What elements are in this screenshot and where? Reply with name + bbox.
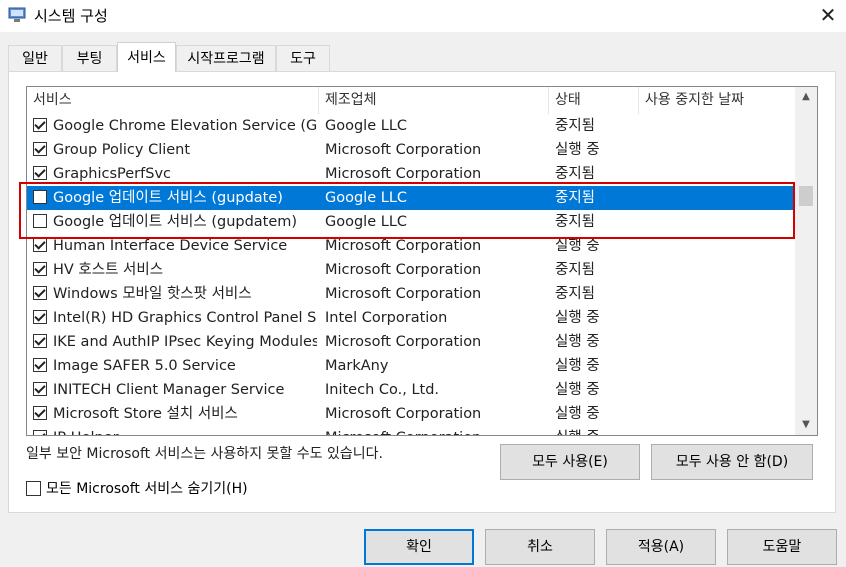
service-checkbox[interactable] bbox=[33, 406, 47, 420]
service-status: 실행 중 bbox=[555, 426, 645, 435]
title-bar: 시스템 구성 ✕ bbox=[0, 0, 846, 32]
apply-button[interactable]: 적용(A) bbox=[606, 529, 716, 565]
tab-general[interactable]: 일반 bbox=[8, 45, 62, 71]
service-manufacturer: Microsoft Corporation bbox=[325, 406, 482, 422]
system-configuration-icon bbox=[8, 7, 26, 22]
service-manufacturer: Microsoft Corporation bbox=[325, 262, 482, 278]
service-row[interactable]: HV 호스트 서비스 Microsoft Corporation 중지됨 bbox=[27, 258, 795, 282]
service-name: Microsoft Store 설치 서비스 bbox=[53, 406, 238, 422]
service-status: 중지됨 bbox=[555, 286, 596, 302]
ok-button[interactable]: 확인 bbox=[364, 529, 474, 565]
service-manufacturer: Initech Co., Ltd. bbox=[325, 382, 440, 398]
service-name: Windows 모바일 핫스팟 서비스 bbox=[53, 286, 252, 302]
service-status: 실행 중 bbox=[555, 382, 600, 398]
service-row[interactable]: Google Chrome Elevation Service (G... Goo… bbox=[27, 114, 795, 138]
service-checkbox[interactable] bbox=[33, 382, 47, 396]
service-row[interactable]: IKE and AuthIP IPsec Keying Modules Micro… bbox=[27, 330, 795, 354]
tab-startup[interactable]: 시작프로그램 bbox=[176, 45, 276, 71]
service-checkbox[interactable] bbox=[33, 310, 47, 324]
service-status: 실행 중 bbox=[555, 334, 600, 350]
service-manufacturer: Microsoft Corporation bbox=[325, 426, 545, 435]
service-status: 중지됨 bbox=[555, 262, 596, 278]
service-status: 실행 중 bbox=[555, 310, 600, 326]
tab-tools[interactable]: 도구 bbox=[276, 45, 330, 71]
cancel-button[interactable]: 취소 bbox=[485, 529, 595, 565]
service-checkbox[interactable] bbox=[33, 334, 47, 348]
highlight-box bbox=[19, 182, 795, 239]
service-name: Group Policy Client bbox=[53, 142, 191, 158]
hide-microsoft-services-checkbox[interactable] bbox=[26, 481, 41, 496]
service-name: IKE and AuthIP IPsec Keying Modules bbox=[53, 334, 317, 350]
service-row[interactable]: Microsoft Store 설치 서비스 Microsoft Corporat… bbox=[27, 402, 795, 426]
scroll-up-arrow-icon[interactable]: ▲ bbox=[795, 87, 817, 107]
service-name: Google Chrome Elevation Service (G... bbox=[53, 118, 317, 134]
service-checkbox[interactable] bbox=[33, 358, 47, 372]
service-row[interactable]: Windows 모바일 핫스팟 서비스 Microsoft Corporation… bbox=[27, 282, 795, 306]
window-title: 시스템 구성 bbox=[34, 7, 108, 25]
service-row[interactable]: Intel(R) HD Graphics Control Panel S... I… bbox=[27, 306, 795, 330]
column-header-service[interactable]: 서비스 bbox=[27, 87, 319, 114]
service-name: HV 호스트 서비스 bbox=[53, 262, 164, 278]
close-button[interactable]: ✕ bbox=[810, 0, 846, 32]
scroll-thumb[interactable] bbox=[799, 186, 813, 206]
service-manufacturer: Microsoft Corporation bbox=[325, 286, 482, 302]
service-manufacturer: Microsoft Corporation bbox=[325, 142, 482, 158]
service-checkbox[interactable] bbox=[33, 166, 47, 180]
service-checkbox[interactable] bbox=[33, 286, 47, 300]
scroll-down-arrow-icon[interactable]: ▼ bbox=[795, 415, 817, 435]
service-row[interactable]: Image SAFER 5.0 Service MarkAny 실행 중 bbox=[27, 354, 795, 378]
service-manufacturer: MarkAny bbox=[325, 358, 389, 374]
enable-all-button[interactable]: 모두 사용(E) bbox=[500, 444, 640, 480]
service-name: IP Helper bbox=[53, 426, 317, 435]
service-checkbox[interactable] bbox=[33, 118, 47, 132]
service-name: Image SAFER 5.0 Service bbox=[53, 358, 236, 374]
service-checkbox[interactable] bbox=[33, 262, 47, 276]
service-checkbox[interactable] bbox=[33, 430, 47, 435]
service-manufacturer: Intel Corporation bbox=[325, 310, 448, 326]
services-list[interactable]: 서비스 제조업체 상태 사용 중지한 날짜 Google Chrome Elev… bbox=[26, 86, 818, 436]
tab-services[interactable]: 서비스 bbox=[117, 42, 176, 72]
service-rows: Google Chrome Elevation Service (G... Goo… bbox=[27, 114, 795, 435]
service-row[interactable]: Group Policy Client Microsoft Corporation… bbox=[27, 138, 795, 162]
service-status: 실행 중 bbox=[555, 406, 600, 422]
hide-microsoft-services-label: 모든 Microsoft 서비스 숨기기(H) bbox=[46, 481, 248, 497]
help-button[interactable]: 도움말 bbox=[727, 529, 837, 565]
service-status: 실행 중 bbox=[555, 358, 600, 374]
service-name: Intel(R) HD Graphics Control Panel S... bbox=[53, 310, 317, 326]
vertical-scrollbar[interactable]: ▲ ▼ bbox=[795, 87, 817, 435]
service-status: 중지됨 bbox=[555, 118, 596, 134]
service-name: INITECH Client Manager Service bbox=[53, 382, 285, 398]
tab-boot[interactable]: 부팅 bbox=[62, 45, 117, 71]
service-manufacturer: Microsoft Corporation bbox=[325, 334, 482, 350]
service-row[interactable]: INITECH Client Manager Service Initech Co… bbox=[27, 378, 795, 402]
column-header-date-disabled[interactable]: 사용 중지한 날짜 bbox=[639, 87, 795, 114]
column-header-manufacturer[interactable]: 제조업체 bbox=[319, 87, 549, 114]
service-checkbox[interactable] bbox=[33, 142, 47, 156]
disable-all-button[interactable]: 모두 사용 안 함(D) bbox=[651, 444, 813, 480]
security-services-note: 일부 보안 Microsoft 서비스는 사용하지 못할 수도 있습니다. bbox=[26, 446, 383, 462]
service-checkbox[interactable] bbox=[33, 238, 47, 252]
column-header-status[interactable]: 상태 bbox=[549, 87, 639, 114]
service-manufacturer: Google LLC bbox=[325, 118, 408, 134]
column-header-row: 서비스 제조업체 상태 사용 중지한 날짜 bbox=[27, 87, 795, 114]
service-row[interactable]: IP Helper Microsoft Corporation 실행 중 bbox=[27, 426, 795, 435]
service-status: 실행 중 bbox=[555, 142, 600, 158]
